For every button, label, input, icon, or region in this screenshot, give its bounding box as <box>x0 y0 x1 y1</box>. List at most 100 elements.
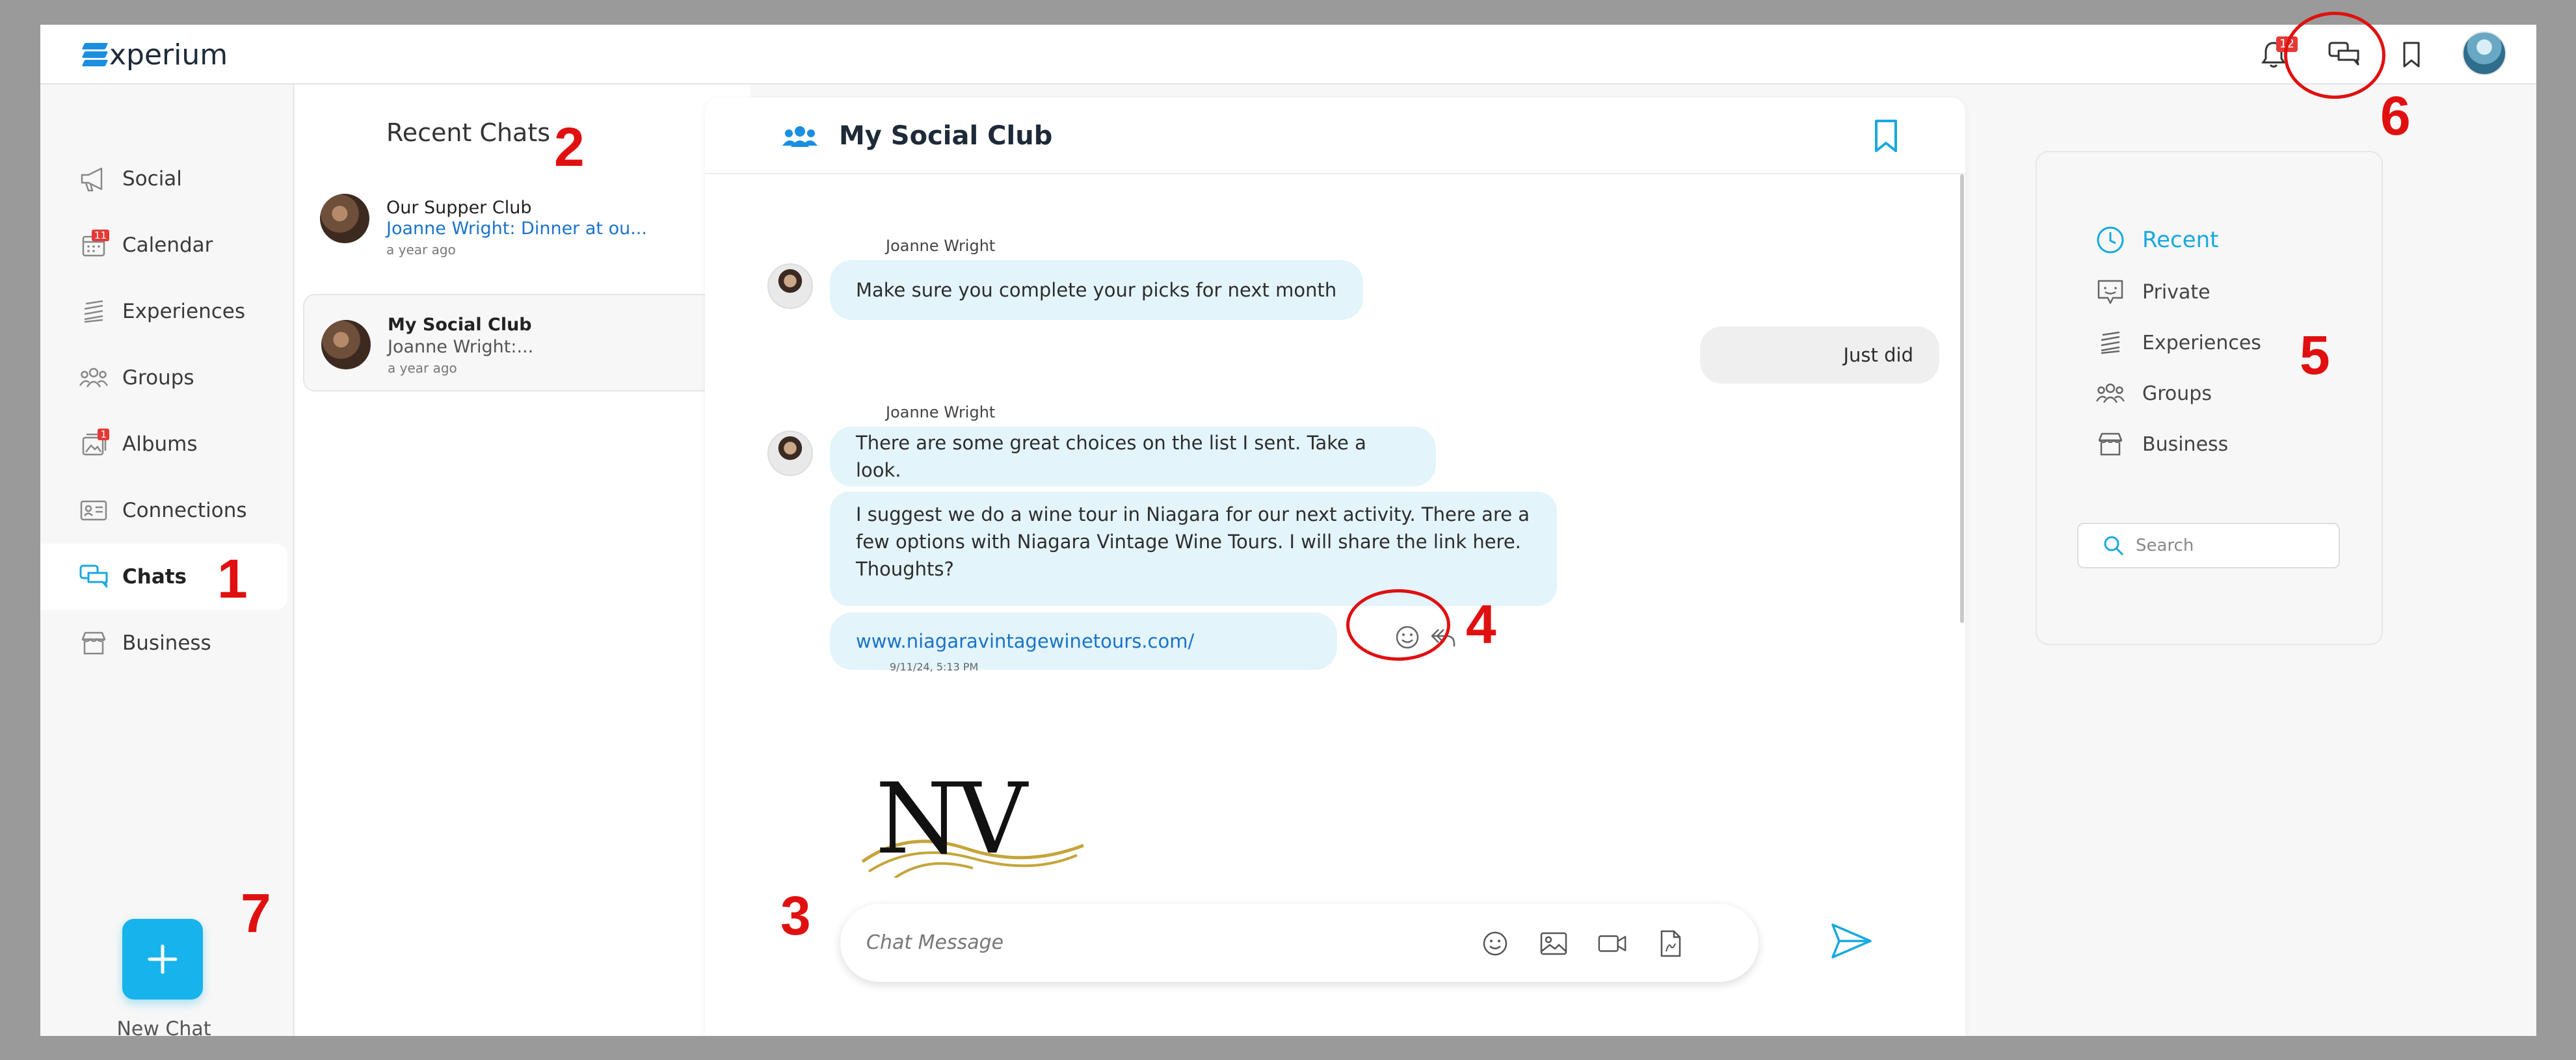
annotation-number: 1 <box>217 548 248 609</box>
groups-icon <box>78 362 109 393</box>
top-bar: xperium 12 <box>40 25 2536 85</box>
user-avatar[interactable] <box>2462 31 2506 75</box>
logo-mark-icon <box>81 40 109 69</box>
sidebar-item-social[interactable]: Social <box>40 146 287 212</box>
sidebar-item-experiences[interactable]: Experiences <box>40 278 287 345</box>
calendar-icon: 11 <box>78 230 109 261</box>
plus-icon <box>148 944 178 974</box>
send-icon <box>1831 923 1872 959</box>
sidebar-item-label: Connections <box>122 499 247 522</box>
megaphone-icon <box>78 163 109 194</box>
chat-message-input[interactable] <box>866 921 1452 964</box>
store-icon <box>78 628 109 659</box>
bookmarks-button[interactable] <box>2393 36 2430 73</box>
calendar-badge: 11 <box>91 230 109 241</box>
sidebar-item-calendar[interactable]: 11 Calendar <box>40 212 287 278</box>
logo-text: xperium <box>109 38 228 72</box>
recent-chats-title: Recent Chats <box>386 118 551 147</box>
filter-private[interactable]: Private <box>2094 276 2211 308</box>
sidebar-item-business[interactable]: Business <box>40 610 287 676</box>
outgoing-message-bubble[interactable]: Just did <box>1700 326 1939 384</box>
chat-header: My Social Club <box>705 98 1965 174</box>
message-timestamp: 9/11/24, 5:13 PM <box>890 661 979 673</box>
filter-label: Groups <box>2142 382 2212 405</box>
chat-icon <box>78 561 109 592</box>
chat-preview: Joanne Wright:... <box>388 337 534 357</box>
chat-list-item[interactable]: Our Supper Club Joanne Wright: Dinner at… <box>303 181 732 278</box>
annotation-number: 6 <box>2380 85 2411 146</box>
sidebar-item-label: Chats <box>122 565 187 589</box>
annotation-number: 7 <box>241 882 271 944</box>
filter-search-input[interactable] <box>2136 536 2331 555</box>
sidebar-item-label: Social <box>122 167 182 191</box>
groups-icon <box>2094 377 2127 410</box>
message-bubble[interactable]: I suggest we do a wine tour in Niagara f… <box>830 492 1557 606</box>
annotation-circle <box>1346 589 1450 661</box>
sidebar-item-label: Albums <box>122 432 198 456</box>
sidebar-item-chats[interactable]: Chats <box>40 544 287 610</box>
annotation-number: 2 <box>554 116 585 178</box>
preview-logo-text: NV <box>875 771 1028 876</box>
chat-filter-panel: Recent Private Experiences Groups Busine… <box>2036 151 2383 645</box>
filter-label: Business <box>2142 432 2229 456</box>
bookmark-icon <box>2403 42 2420 68</box>
chat-list-item-selected[interactable]: My Social Club Joanne Wright:... a year … <box>303 294 732 391</box>
filter-groups[interactable]: Groups <box>2094 377 2212 410</box>
chat-scrollbar[interactable] <box>1960 174 1964 623</box>
contact-card-icon <box>78 495 109 526</box>
sidebar-item-label: Groups <box>122 366 194 390</box>
sidebar-item-connections[interactable]: Connections <box>40 477 287 544</box>
message-composer <box>840 904 1759 982</box>
annotation-number: 5 <box>2300 325 2330 386</box>
sidebar-item-label: Experiences <box>122 300 246 323</box>
experiences-icon <box>2094 326 2127 359</box>
message-bubble[interactable]: Make sure you complete your picks for ne… <box>830 260 1363 320</box>
annotation-number: 3 <box>780 885 811 946</box>
file-attachment-icon[interactable] <box>1656 929 1686 959</box>
private-chat-icon <box>2094 276 2127 308</box>
chat-title: My Social Club <box>839 121 1053 151</box>
sidebar-item-label: Business <box>122 631 211 655</box>
emoji-icon[interactable] <box>1480 929 1510 959</box>
new-chat-button[interactable] <box>122 919 203 1000</box>
message-sender: Joanne Wright <box>886 403 996 421</box>
filter-label: Experiences <box>2142 331 2261 354</box>
experiences-icon <box>78 296 109 327</box>
message-bubble[interactable]: There are some great choices on the list… <box>830 427 1436 486</box>
sender-avatar[interactable] <box>767 263 813 309</box>
bookmark-icon[interactable] <box>1873 118 1899 153</box>
filter-business[interactable]: Business <box>2094 428 2228 460</box>
recent-chats-panel: Recent Chats Our Supper Club Joanne Wrig… <box>295 85 750 1036</box>
chat-panel: My Social Club Joanne Wright Make sure y… <box>705 98 1965 1036</box>
chat-thumbnail <box>321 320 371 369</box>
sender-avatar[interactable] <box>767 431 813 476</box>
message-line: I suggest we do a wine tour in Niagara f… <box>856 503 1530 525</box>
chat-time: a year ago <box>386 242 456 258</box>
sidebar-item-label: Calendar <box>122 233 213 257</box>
sidebar-item-albums[interactable]: 1 Albums <box>40 411 287 477</box>
filter-label: Private <box>2142 280 2211 304</box>
video-icon[interactable] <box>1597 929 1627 959</box>
send-button[interactable] <box>1829 918 1874 964</box>
filter-recent[interactable]: Recent <box>2094 224 2219 256</box>
image-icon[interactable] <box>1539 929 1569 959</box>
chat-time: a year ago <box>388 360 457 376</box>
filter-experiences[interactable]: Experiences <box>2094 326 2261 359</box>
app-logo[interactable]: xperium <box>81 35 228 74</box>
group-icon <box>782 126 817 147</box>
clock-icon <box>2094 224 2127 256</box>
chat-name: My Social Club <box>388 315 532 335</box>
annotation-circle <box>2284 12 2385 99</box>
app-window: xperium 12 Social 11 Calendar Experience… <box>40 25 2536 1036</box>
annotation-number: 4 <box>1466 594 1496 655</box>
albums-badge: 1 <box>98 429 109 440</box>
chat-preview: Joanne Wright: Dinner at ou... <box>386 219 647 239</box>
chat-name: Our Supper Club <box>386 198 532 218</box>
chat-thumbnail <box>320 194 369 243</box>
link-preview-image[interactable]: NV <box>856 771 1090 878</box>
message-link[interactable]: www.niagaravintagewinetours.com/ <box>856 628 1194 655</box>
store-icon <box>2094 428 2127 460</box>
message-line: Thoughts? <box>856 558 954 580</box>
sidebar-item-groups[interactable]: Groups <box>40 345 287 411</box>
search-icon <box>2104 536 2124 556</box>
